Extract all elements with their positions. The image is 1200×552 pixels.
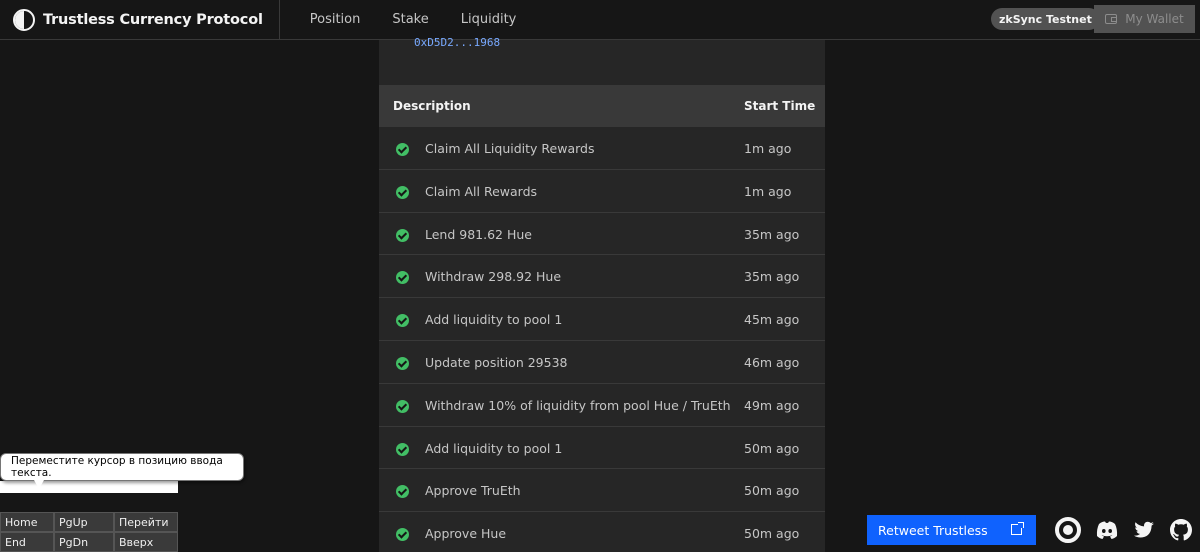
transaction-time: 35m ago [744,269,800,285]
twitter-icon[interactable] [1131,517,1157,543]
nav-item-stake[interactable]: Stake [376,0,444,40]
table-row: Withdraw 10% of liquidity from pool Hue … [379,384,825,427]
transaction-description: Approve TruEth [425,483,521,499]
success-check-icon [396,185,409,199]
table-row: Approve TruEth 50m ago [379,469,825,513]
network-badge[interactable]: zkSync Testnet [991,8,1100,30]
success-check-icon [396,143,409,156]
top-navigation-bar: Trustless Currency Protocol Position Sta… [0,0,1200,40]
table-row: Lend 981.62 Hue 35m ago [379,213,825,256]
keyboard-input-strip [0,481,178,493]
transaction-time: 50m ago [744,483,800,499]
transaction-description: Withdraw 298.92 Hue [425,269,562,285]
transactions-list: Claim All Liquidity Rewards 1m ago Claim… [379,127,825,552]
table-row: Claim All Liquidity Rewards 1m ago [379,127,825,170]
transaction-time: 49m ago [744,397,800,413]
github-icon[interactable] [1168,517,1194,543]
transaction-description: Add liquidity to pool 1 [425,440,563,456]
table-row: Withdraw 298.92 Hue 35m ago [379,255,825,299]
key-home[interactable]: Home [0,512,54,532]
column-header-start-time: Start Time [744,99,816,113]
discord-icon[interactable] [1094,517,1120,543]
my-wallet-label: My Wallet [1125,12,1184,26]
key-up[interactable]: Вверх [114,532,178,552]
key-pgdn[interactable]: PgDn [54,532,114,552]
key-goto[interactable]: Перейти [114,512,178,532]
nav-item-liquidity[interactable]: Liquidity [445,0,533,40]
circle-logo-icon[interactable] [1055,517,1081,543]
transaction-description: Claim All Rewards [425,183,538,199]
success-check-icon [396,271,409,285]
retweet-label: Retweet Trustless [878,522,988,538]
transaction-description: Withdraw 10% of liquidity from pool Hue … [425,397,731,413]
transaction-time: 1m ago [744,141,792,156]
transaction-description: Add liquidity to pool 1 [425,312,563,328]
external-link-icon [1011,522,1024,535]
transaction-description: Update position 29538 [425,354,568,370]
key-pgup[interactable]: PgUp [54,512,114,532]
transaction-time: 35m ago [744,226,800,242]
my-wallet-button[interactable]: My Wallet [1094,5,1195,33]
brand[interactable]: Trustless Currency Protocol [0,0,280,40]
transaction-time: 50m ago [744,526,800,542]
brand-name: Trustless Currency Protocol [43,11,263,28]
transaction-time: 1m ago [744,183,792,199]
table-row: Claim All Rewards 1m ago [379,170,825,213]
transaction-time: 45m ago [744,312,800,328]
success-check-icon [396,314,409,328]
success-check-icon [396,442,409,456]
success-check-icon [396,356,409,370]
main-nav: Position Stake Liquidity [294,0,533,40]
transaction-description: Approve Hue [425,526,507,542]
transaction-description: Lend 981.62 Hue [425,226,532,242]
table-row: Add liquidity to pool 1 50m ago [379,427,825,470]
transaction-time: 46m ago [744,354,800,370]
logo-icon [13,8,35,31]
success-check-icon [396,228,409,242]
transactions-panel: 0xD5D2...1968 Description Start Time Cla… [379,36,825,552]
table-row: Update position 29538 46m ago [379,341,825,384]
cursor-tooltip: Переместите курсор в позицию ввода текст… [0,453,244,489]
wallet-address[interactable]: 0xD5D2...1968 [414,36,500,49]
wallet-icon [1105,14,1118,24]
on-screen-keypad: Home PgUp Перейти End PgDn Вверх [0,512,178,552]
key-end[interactable]: End [0,532,54,552]
success-check-icon [396,528,409,542]
table-row: Approve Hue 50m ago [379,512,825,552]
transaction-time: 50m ago [744,440,800,456]
success-check-icon [396,485,409,499]
table-header: Description Start Time [379,85,825,127]
column-header-description: Description [393,99,471,113]
table-row: Add liquidity to pool 1 45m ago [379,298,825,341]
retweet-button[interactable]: Retweet Trustless [867,515,1036,545]
transaction-description: Claim All Liquidity Rewards [425,141,595,156]
nav-item-position[interactable]: Position [294,0,377,40]
success-check-icon [396,399,409,413]
